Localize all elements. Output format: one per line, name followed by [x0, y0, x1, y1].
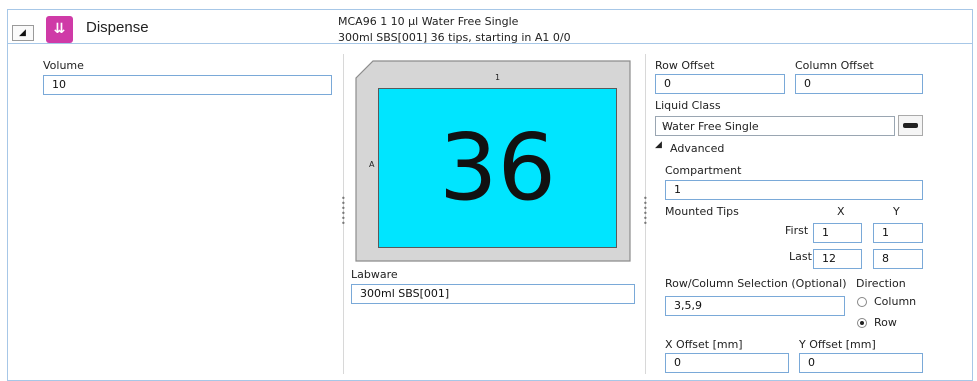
labware-input[interactable]: 300ml SBS[001] [351, 284, 635, 304]
first-tip-x-input[interactable]: 1 [813, 223, 862, 243]
labware-label: Labware [351, 268, 398, 281]
x-offset-label: X Offset [mm] [665, 338, 743, 351]
direction-column-radio[interactable] [857, 297, 867, 307]
first-tip-label: First [785, 224, 809, 237]
row-column-selection-input[interactable]: 3,5,9 [665, 296, 845, 316]
liquid-class-label: Liquid Class [655, 99, 721, 112]
last-tip-x-input[interactable]: 12 [813, 249, 862, 269]
first-tip-y-input[interactable]: 1 [873, 223, 923, 243]
collapse-icon: ◢ [19, 28, 26, 38]
plate-row-label: A [369, 160, 375, 169]
y-offset-label: Y Offset [mm] [799, 338, 876, 351]
left-splitter-grip-icon[interactable]: • • • • • • [341, 195, 346, 228]
compartment-input[interactable]: 1 [665, 180, 923, 200]
direction-column-label[interactable]: Column [874, 295, 916, 308]
advanced-toggle[interactable]: Advanced [670, 142, 724, 155]
direction-row-label[interactable]: Row [874, 316, 897, 329]
volume-label: Volume [43, 59, 84, 72]
last-tip-label: Last [789, 250, 812, 263]
mounted-tips-y-header: Y [893, 205, 900, 218]
right-splitter-grip-icon[interactable]: • • • • • • [643, 195, 648, 228]
mounted-tips-x-header: X [837, 205, 845, 218]
row-offset-label: Row Offset [655, 59, 715, 72]
liquid-class-editor-button[interactable] [898, 115, 923, 136]
volume-input[interactable]: 10 [43, 75, 332, 95]
editor-bar-icon [903, 123, 918, 128]
collapse-button[interactable]: ◢ [12, 25, 34, 41]
step-description-line1: MCA96 1 10 µl Water Free Single [338, 15, 519, 28]
advanced-toggle-icon[interactable]: ◢ [655, 140, 662, 150]
row-offset-input[interactable]: 0 [655, 74, 785, 94]
step-title: Dispense [86, 19, 149, 36]
row-column-selection-label: Row/Column Selection (Optional) [665, 277, 847, 290]
x-offset-input[interactable]: 0 [665, 353, 789, 373]
compartment-label: Compartment [665, 164, 742, 177]
dispense-icon: ⇊ [46, 16, 73, 43]
tip-count: 36 [438, 114, 557, 221]
column-offset-label: Column Offset [795, 59, 874, 72]
last-tip-y-input[interactable]: 8 [873, 249, 923, 269]
chevron-down-icon: ⌄ [662, 120, 670, 130]
mounted-tips-label: Mounted Tips [665, 205, 739, 218]
direction-label: Direction [856, 277, 906, 290]
y-offset-input[interactable]: 0 [799, 353, 923, 373]
column-offset-input[interactable]: 0 [795, 74, 923, 94]
step-description-line2: 300ml SBS[001] 36 tips, starting in A1 0… [338, 31, 571, 44]
direction-row-radio[interactable] [857, 318, 867, 328]
liquid-class-select[interactable]: Water Free Single ⌄ [655, 116, 895, 136]
plate-column-label: 1 [495, 73, 501, 82]
